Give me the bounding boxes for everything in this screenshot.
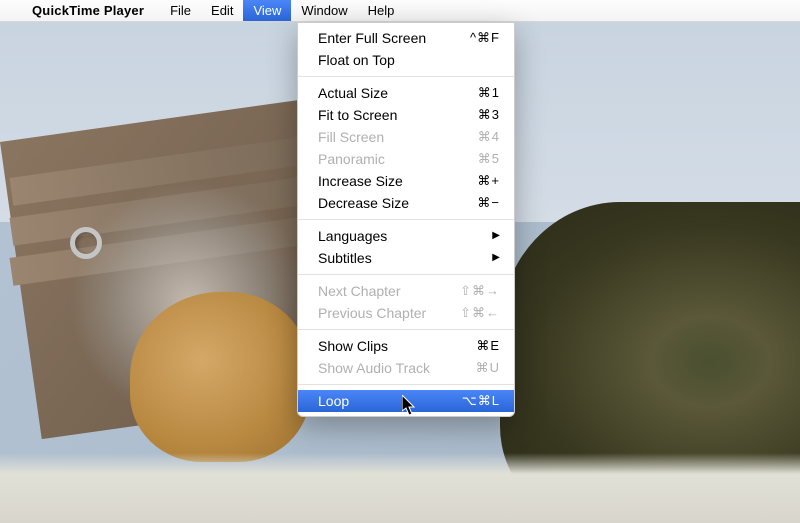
menu-item-shortcut: ⌘+ bbox=[452, 172, 500, 190]
menu-view[interactable]: View bbox=[243, 0, 291, 21]
menu-item-next-chapter: Next Chapter ⇧⌘→ bbox=[298, 280, 514, 302]
menu-item-shortcut: ⇧⌘→ bbox=[452, 282, 500, 300]
menu-item-label: Next Chapter bbox=[318, 282, 452, 300]
view-menu-dropdown: Enter Full Screen ^⌘F Float on Top Actua… bbox=[297, 22, 515, 417]
menu-item-shortcut: ⇧⌘← bbox=[452, 304, 500, 322]
bg-dock-ring bbox=[70, 227, 102, 259]
menu-item-shortcut: ⌘3 bbox=[452, 106, 500, 124]
menu-item-shortcut: ⌘E bbox=[452, 337, 500, 355]
menu-separator bbox=[298, 329, 514, 330]
menu-item-label: Fit to Screen bbox=[318, 106, 452, 124]
submenu-arrow-icon: ▶ bbox=[492, 227, 500, 245]
app-name-label[interactable]: QuickTime Player bbox=[32, 3, 144, 18]
menu-separator bbox=[298, 274, 514, 275]
bg-foreground bbox=[0, 453, 800, 523]
menu-file[interactable]: File bbox=[160, 0, 201, 21]
menu-item-label: Increase Size bbox=[318, 172, 452, 190]
menu-separator bbox=[298, 76, 514, 77]
menu-item-enter-full-screen[interactable]: Enter Full Screen ^⌘F bbox=[298, 27, 514, 49]
menu-item-decrease-size[interactable]: Decrease Size ⌘− bbox=[298, 192, 514, 214]
menu-window[interactable]: Window bbox=[291, 0, 357, 21]
menu-item-label: Show Clips bbox=[318, 337, 452, 355]
menu-item-actual-size[interactable]: Actual Size ⌘1 bbox=[298, 82, 514, 104]
menu-item-shortcut: ⌘4 bbox=[452, 128, 500, 146]
menu-item-label: Show Audio Track bbox=[318, 359, 452, 377]
menu-separator bbox=[298, 384, 514, 385]
menu-separator bbox=[298, 219, 514, 220]
menu-item-loop[interactable]: Loop ⌥⌘L bbox=[298, 390, 514, 412]
menu-item-shortcut: ⌘1 bbox=[452, 84, 500, 102]
bg-dog bbox=[130, 292, 310, 462]
submenu-arrow-icon: ▶ bbox=[492, 249, 500, 267]
menu-item-languages[interactable]: Languages ▶ bbox=[298, 225, 514, 247]
menu-help[interactable]: Help bbox=[358, 0, 405, 21]
menu-item-panoramic: Panoramic ⌘5 bbox=[298, 148, 514, 170]
menu-item-label: Float on Top bbox=[318, 51, 452, 69]
menu-item-fill-screen: Fill Screen ⌘4 bbox=[298, 126, 514, 148]
menu-item-label: Loop bbox=[318, 392, 452, 410]
menu-item-float-on-top[interactable]: Float on Top bbox=[298, 49, 514, 71]
menu-item-label: Fill Screen bbox=[318, 128, 452, 146]
menu-item-label: Enter Full Screen bbox=[318, 29, 452, 47]
menu-item-shortcut: ⌘5 bbox=[452, 150, 500, 168]
menu-item-fit-to-screen[interactable]: Fit to Screen ⌘3 bbox=[298, 104, 514, 126]
menu-item-subtitles[interactable]: Subtitles ▶ bbox=[298, 247, 514, 269]
menu-item-shortcut: ^⌘F bbox=[452, 29, 500, 47]
menu-item-show-audio-track: Show Audio Track ⌘U bbox=[298, 357, 514, 379]
menu-item-label: Previous Chapter bbox=[318, 304, 452, 322]
menu-item-show-clips[interactable]: Show Clips ⌘E bbox=[298, 335, 514, 357]
menu-item-increase-size[interactable]: Increase Size ⌘+ bbox=[298, 170, 514, 192]
menu-item-previous-chapter: Previous Chapter ⇧⌘← bbox=[298, 302, 514, 324]
menu-item-label: Panoramic bbox=[318, 150, 452, 168]
menu-edit[interactable]: Edit bbox=[201, 0, 243, 21]
menu-item-label: Subtitles bbox=[318, 249, 492, 267]
menu-item-label: Languages bbox=[318, 227, 492, 245]
menu-item-label: Actual Size bbox=[318, 84, 452, 102]
menu-item-shortcut: ⌥⌘L bbox=[452, 392, 500, 410]
menu-item-shortcut: ⌘U bbox=[452, 359, 500, 377]
system-menubar: QuickTime Player File Edit View Window H… bbox=[0, 0, 800, 22]
menu-item-label: Decrease Size bbox=[318, 194, 452, 212]
menu-item-shortcut: ⌘− bbox=[452, 194, 500, 212]
